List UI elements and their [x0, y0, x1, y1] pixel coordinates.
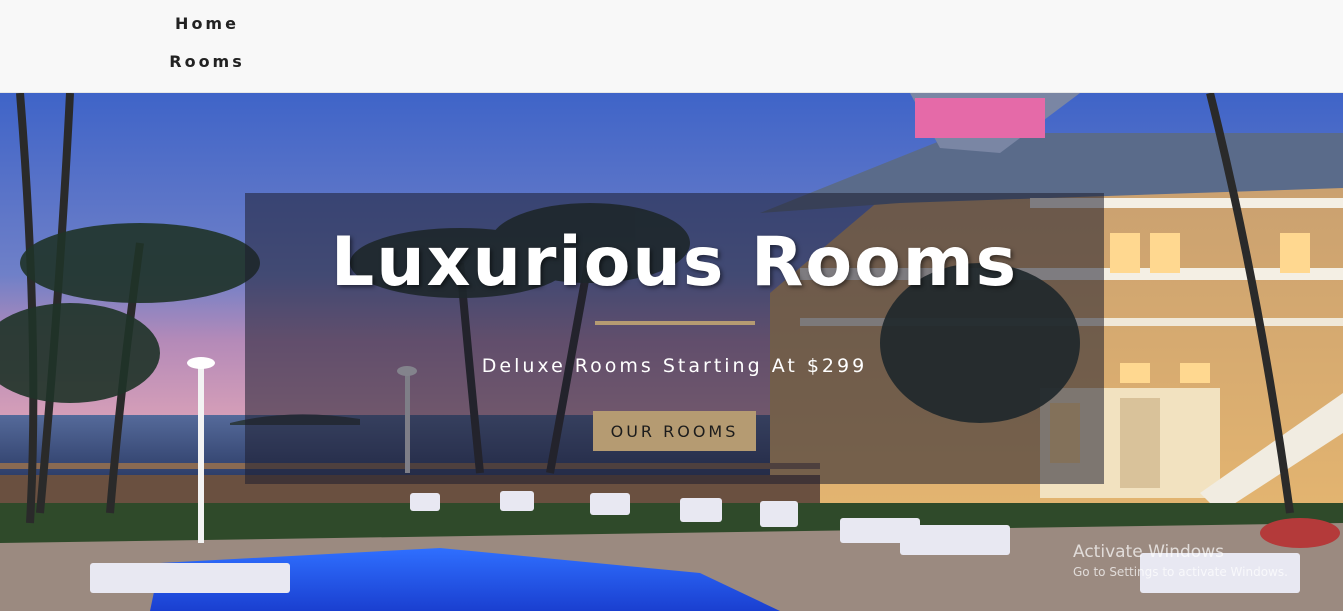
title-divider: [595, 321, 755, 325]
activate-windows-watermark: Activate Windows Go to Settings to activ…: [1073, 541, 1333, 581]
activate-windows-subtitle: Go to Settings to activate Windows.: [1073, 565, 1288, 579]
navbar: Home Rooms: [0, 0, 1343, 93]
nav-link-rooms[interactable]: Rooms: [0, 52, 414, 71]
activate-windows-title: Activate Windows: [1073, 542, 1224, 562]
hero-overlay: Luxurious Rooms Deluxe Rooms Starting At…: [245, 193, 1104, 484]
hero-title: Luxurious Rooms: [330, 223, 1019, 302]
our-rooms-button[interactable]: OUR ROOMS: [593, 411, 756, 451]
nav-link-home[interactable]: Home: [0, 14, 414, 33]
hero-subtitle: Deluxe Rooms Starting At $299: [481, 355, 868, 377]
hero-section: Luxurious Rooms Deluxe Rooms Starting At…: [0, 93, 1343, 611]
